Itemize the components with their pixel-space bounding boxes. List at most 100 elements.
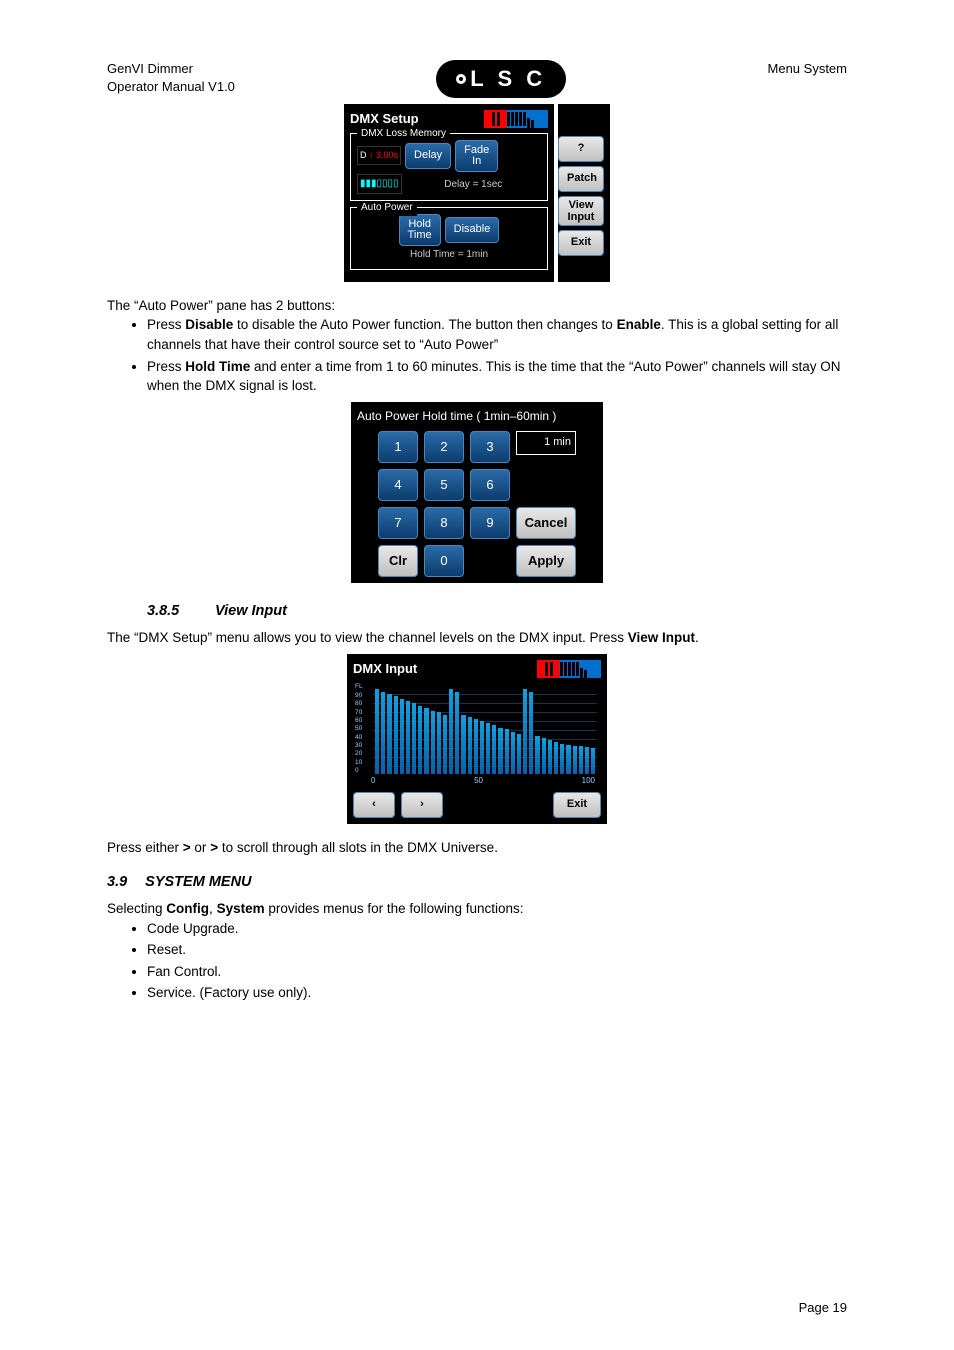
key-9[interactable]: 9 (470, 507, 510, 539)
auto-power-bullets: Press Disable to disable the Auto Power … (147, 315, 847, 395)
chart-bar (560, 744, 564, 775)
chart-bar (566, 745, 570, 775)
key-2[interactable]: 2 (424, 431, 464, 463)
fade-in-button[interactable]: Fade In (455, 140, 498, 172)
apply-button[interactable]: Apply (516, 545, 576, 577)
side-buttons: ? Patch View Input Exit (558, 104, 610, 282)
section-3-8-5-heading: 3.8.5View Input (147, 601, 847, 622)
key-4[interactable]: 4 (378, 469, 418, 501)
system-menu-list: Code Upgrade.Reset.Fan Control.Service. … (147, 919, 847, 1003)
chart-bar (412, 703, 416, 774)
system-menu-intro: Selecting Config, System provides menus … (107, 899, 847, 919)
auto-power-group: Auto Power Hold Time Disable Hold Time =… (350, 207, 548, 270)
exit-button[interactable]: Exit (553, 792, 601, 818)
delay-button[interactable]: Delay (405, 143, 451, 169)
logo-dot-icon (456, 74, 466, 84)
help-button[interactable]: ? (558, 136, 604, 162)
patch-button[interactable]: Patch (558, 166, 604, 192)
chart-bar (474, 719, 478, 774)
chart-bar (406, 701, 410, 774)
level-bars-icon: ▮▮▮▯▯▯▯ (357, 174, 402, 195)
bars-icon (484, 110, 548, 128)
chart-bar (431, 711, 435, 775)
cancel-button[interactable]: Cancel (516, 507, 576, 539)
chart-bar (548, 740, 552, 774)
auto-power-intro: The “Auto Power” pane has 2 buttons: (107, 296, 847, 316)
chart-bar (455, 692, 459, 774)
exit-button[interactable]: Exit (558, 230, 604, 256)
chart-bar (529, 692, 533, 774)
x-axis-labels: 050100 (371, 775, 595, 787)
hold-time-keypad: Auto Power Hold time ( 1min–60min ) 1 2 … (351, 402, 603, 583)
dmx-input-title: DMX Input (353, 660, 417, 679)
chart-bar (449, 689, 453, 774)
list-item: Fan Control. (147, 962, 847, 982)
chart-bar (535, 736, 539, 774)
bars-icon (537, 660, 601, 678)
chart-bar (498, 728, 502, 775)
loss-memory-legend: DMX Loss Memory (357, 127, 450, 142)
list-item: Press Hold Time and enter a time from 1 … (147, 357, 847, 396)
key-6[interactable]: 6 (470, 469, 510, 501)
dmx-setup-panel: DMX Setup DMX Loss Memory D ↑ 3.00s Dela… (344, 104, 554, 282)
list-item: Service. (Factory use only). (147, 983, 847, 1003)
chart-bar (387, 694, 391, 775)
chart-bar (523, 689, 527, 774)
chart-bar (394, 696, 398, 774)
delay-status: Delay = 1sec (406, 178, 541, 193)
section-3-9-heading: 3.9SYSTEM MENU (107, 872, 847, 893)
chart-bar (461, 715, 465, 775)
chart-bar (492, 725, 496, 774)
disable-button[interactable]: Disable (445, 217, 500, 243)
key-1[interactable]: 1 (378, 431, 418, 463)
manual-version: Operator Manual V1.0 (107, 78, 235, 96)
chart-bar (591, 748, 595, 774)
view-input-para: The “DMX Setup” menu allows you to view … (107, 628, 847, 648)
dmx-loss-memory-group: DMX Loss Memory D ↑ 3.00s Delay Fade In … (350, 133, 548, 202)
chart-bar (375, 689, 379, 774)
product-name: GenVI Dimmer (107, 60, 235, 78)
chart-bar (418, 706, 422, 775)
d-indicator: D ↑ 3.00s (357, 146, 401, 165)
chart-bar (505, 729, 509, 774)
y-axis-labels: FL9080706050403020100 (355, 684, 363, 774)
view-input-button[interactable]: View Input (558, 196, 604, 226)
key-0[interactable]: 0 (424, 545, 464, 577)
lsc-logo: L S C (436, 60, 566, 98)
chart-bar (511, 732, 515, 775)
key-8[interactable]: 8 (424, 507, 464, 539)
keypad-title: Auto Power Hold time ( 1min–60min ) (357, 408, 597, 425)
chart-bar (381, 692, 385, 774)
chart-bar (424, 708, 428, 774)
header-right: Menu System (768, 60, 847, 79)
auto-power-legend: Auto Power (357, 201, 417, 216)
chart-bar (579, 746, 583, 774)
chart-bar (542, 738, 546, 775)
scroll-instruction: Press either > or > to scroll through al… (107, 838, 847, 858)
header-left: GenVI Dimmer Operator Manual V1.0 (107, 60, 235, 95)
key-3[interactable]: 3 (470, 431, 510, 463)
prev-button[interactable]: ‹ (353, 792, 395, 818)
next-button[interactable]: › (401, 792, 443, 818)
chart-bar (486, 723, 490, 774)
list-item: Reset. (147, 940, 847, 960)
chart-bar (517, 734, 521, 775)
dmx-level-chart: FL9080706050403020100 050100 (353, 682, 601, 788)
list-item: Press Disable to disable the Auto Power … (147, 315, 847, 354)
dmx-input-panel: DMX Input FL9080706050403020100 050100 ‹… (347, 654, 607, 825)
chart-bar (585, 747, 589, 774)
chart-bar (437, 712, 441, 774)
key-clr[interactable]: Clr (378, 545, 418, 577)
chart-bar (480, 721, 484, 775)
key-5[interactable]: 5 (424, 469, 464, 501)
chart-bar (468, 717, 472, 775)
key-7[interactable]: 7 (378, 507, 418, 539)
chart-bar (443, 715, 447, 775)
hold-time-status: Hold Time = 1min (357, 248, 541, 263)
page-header: GenVI Dimmer Operator Manual V1.0 L S C … (107, 60, 847, 98)
list-item: Code Upgrade. (147, 919, 847, 939)
hold-time-button[interactable]: Hold Time (399, 214, 441, 246)
keypad-value: 1 min (516, 431, 576, 455)
chart-bar (554, 742, 558, 774)
logo-text: L S C (470, 63, 546, 95)
